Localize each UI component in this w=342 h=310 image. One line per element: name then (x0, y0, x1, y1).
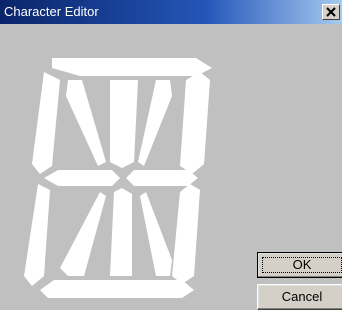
segment-lower-right[interactable] (172, 184, 200, 284)
segment-upper-diagonal-right[interactable] (138, 80, 172, 166)
segment-upper-right[interactable] (180, 72, 210, 174)
fourteen-segment-display (24, 58, 212, 298)
segment-upper-center[interactable] (110, 80, 138, 168)
segment-middle-left[interactable] (44, 170, 120, 186)
segment-upper-left[interactable] (32, 72, 60, 174)
ok-button[interactable]: OK (257, 252, 342, 278)
segment-lower-diagonal-left[interactable] (60, 192, 106, 276)
segment-lower-diagonal-right[interactable] (140, 192, 172, 276)
close-icon (326, 7, 336, 17)
segment-top[interactable] (52, 58, 212, 76)
segment-upper-diagonal-left[interactable] (66, 80, 106, 166)
ok-button-label: OK (292, 257, 312, 272)
title-bar: Character Editor (0, 0, 342, 24)
segment-lower-center[interactable] (110, 188, 132, 276)
character-editor-window: Character Editor OK Cancel (0, 0, 342, 310)
client-area: OK Cancel (0, 24, 342, 310)
close-button[interactable] (322, 4, 340, 20)
window-title: Character Editor (4, 4, 99, 19)
segment-middle-right[interactable] (126, 170, 198, 186)
cancel-button[interactable]: Cancel (257, 284, 342, 310)
segment-bottom[interactable] (40, 280, 194, 298)
segment-lower-left[interactable] (24, 184, 50, 286)
segment-display (22, 54, 222, 302)
